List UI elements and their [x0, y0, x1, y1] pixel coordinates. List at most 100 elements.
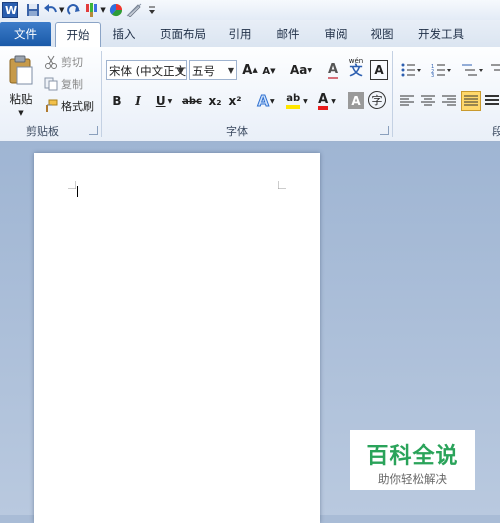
- decrease-indent-button[interactable]: [490, 60, 500, 80]
- font-name-dropdown[interactable]: 宋体 (中文正文 ▼: [106, 60, 187, 80]
- text-effect-button[interactable]: A ▼: [253, 91, 279, 111]
- font-color-button[interactable]: A ▼: [313, 91, 341, 111]
- char-border-button[interactable]: A: [370, 60, 388, 80]
- font-group-label: 字体: [226, 125, 248, 138]
- highlight-button[interactable]: ab ▼: [283, 91, 311, 111]
- align-left-icon: [400, 95, 414, 106]
- format-painter-button[interactable]: 格式刷: [44, 98, 94, 114]
- paste-label: 粘贴: [9, 92, 33, 106]
- brush-dropdown-icon[interactable]: ▼: [100, 2, 105, 18]
- pen-icon[interactable]: [126, 2, 142, 18]
- tab-page-layout[interactable]: 页面布局: [150, 22, 216, 47]
- shrink-font-icon: A: [262, 65, 271, 77]
- paste-dropdown-icon: ▼: [18, 109, 24, 117]
- word-logo-icon[interactable]: W: [2, 2, 18, 18]
- clipboard-dialog-launcher-icon[interactable]: [89, 126, 98, 135]
- strikethrough-button[interactable]: abc: [181, 92, 203, 110]
- copy-button[interactable]: 复制: [44, 76, 83, 92]
- align-center-button[interactable]: [419, 92, 437, 110]
- paste-button[interactable]: 粘贴 ▼: [6, 51, 36, 121]
- strikethrough-icon: abc: [182, 95, 202, 107]
- undo-dropdown-icon[interactable]: ▼: [59, 2, 64, 18]
- clear-formatting-icon: A: [327, 61, 339, 79]
- tab-references[interactable]: 引用: [222, 22, 258, 47]
- watermark-badge: 百科全说 助你轻松解决: [350, 430, 475, 490]
- subscript-button[interactable]: x₂: [206, 92, 224, 110]
- clear-formatting-button[interactable]: A: [323, 60, 343, 80]
- tab-view[interactable]: 视图: [364, 22, 400, 47]
- grow-font-icon: A: [242, 62, 253, 78]
- ribbon-tabs: 文件 开始 插入 页面布局 引用 邮件 审阅 视图 开发工具: [0, 20, 500, 48]
- font-size-dropdown[interactable]: 五号 ▼: [189, 60, 237, 80]
- distributed-button[interactable]: [484, 92, 500, 110]
- paste-icon: [9, 55, 33, 85]
- svg-text:W: W: [5, 4, 17, 17]
- grow-font-button[interactable]: A ▲: [241, 60, 259, 80]
- char-shading-button[interactable]: A: [348, 92, 364, 109]
- superscript-icon: x²: [228, 94, 242, 108]
- indent-icon: [491, 64, 500, 71]
- numbering-button[interactable]: 123: [428, 60, 454, 80]
- subscript-icon: x₂: [208, 94, 222, 108]
- ribbon: 粘贴 ▼ 剪切 复制 格式刷 剪贴板 宋体 (中文正文 ▼ 五号 ▼ A ▲ A ▼…: [0, 47, 500, 142]
- italic-button[interactable]: I: [130, 92, 146, 110]
- align-center-icon: [421, 95, 435, 106]
- multilevel-list-button[interactable]: [458, 60, 486, 80]
- numbered-list-icon: 123: [431, 64, 451, 77]
- color-circle-icon[interactable]: [109, 2, 123, 18]
- phonetic-guide-button[interactable]: wén 文: [346, 56, 366, 80]
- cut-button[interactable]: 剪切: [44, 54, 83, 70]
- enclose-char-icon: 字: [371, 94, 383, 107]
- tab-insert[interactable]: 插入: [106, 22, 142, 47]
- redo-icon[interactable]: [67, 2, 81, 18]
- char-shading-icon: A: [351, 93, 361, 108]
- copy-icon: [44, 77, 58, 91]
- tab-mailings[interactable]: 邮件: [270, 22, 306, 47]
- underline-icon: U: [155, 94, 166, 108]
- bullet-list-icon: [401, 63, 421, 77]
- document-page[interactable]: [34, 153, 320, 523]
- font-dialog-launcher-icon[interactable]: [380, 126, 389, 135]
- watermark-subtitle: 助你轻松解决: [378, 472, 447, 486]
- bold-icon: B: [112, 94, 122, 108]
- margin-corner-mark-icon: [278, 181, 286, 189]
- change-case-button[interactable]: Aa ▼: [288, 60, 314, 80]
- distributed-icon: [485, 95, 499, 105]
- align-right-button[interactable]: [440, 92, 458, 110]
- italic-icon: I: [135, 94, 141, 108]
- format-brush-icon[interactable]: [84, 2, 100, 18]
- text-cursor: [77, 186, 78, 197]
- watermark-title: 百科全说: [366, 444, 459, 469]
- shrink-font-button[interactable]: A ▼: [261, 61, 277, 81]
- underline-button[interactable]: U ▼: [151, 92, 177, 110]
- save-icon[interactable]: [26, 2, 40, 18]
- margin-corner-mark-icon: [68, 181, 76, 189]
- align-left-button[interactable]: [398, 92, 416, 110]
- tab-developer[interactable]: 开发工具: [410, 22, 472, 47]
- char-border-icon: A: [374, 63, 384, 77]
- group-divider: [392, 51, 393, 137]
- change-case-icon: Aa: [289, 63, 308, 77]
- quick-access-toolbar: W ▼ ▼: [0, 0, 500, 20]
- chevron-down-icon: ▼: [227, 66, 234, 75]
- align-right-icon: [442, 95, 456, 106]
- undo-icon[interactable]: [43, 2, 59, 18]
- format-painter-icon: [46, 99, 58, 112]
- group-divider: [101, 51, 102, 137]
- bullets-button[interactable]: [398, 60, 424, 80]
- tab-file[interactable]: 文件: [0, 22, 51, 46]
- justify-icon: [464, 95, 478, 106]
- tab-home[interactable]: 开始: [55, 22, 101, 48]
- multilevel-list-icon: [462, 64, 483, 76]
- tab-review[interactable]: 审阅: [318, 22, 354, 47]
- font-size-value: 五号: [192, 64, 215, 78]
- superscript-button[interactable]: x²: [226, 92, 244, 110]
- customize-icon[interactable]: [148, 2, 156, 18]
- enclose-char-button[interactable]: 字: [368, 91, 386, 109]
- font-color-icon: A: [318, 93, 329, 110]
- justify-button[interactable]: [461, 91, 481, 111]
- bold-button[interactable]: B: [109, 92, 125, 110]
- copy-label: 复制: [61, 78, 83, 91]
- font-name-value: 宋体 (中文正文: [109, 64, 187, 78]
- clipboard-group-label: 剪贴板: [26, 125, 59, 138]
